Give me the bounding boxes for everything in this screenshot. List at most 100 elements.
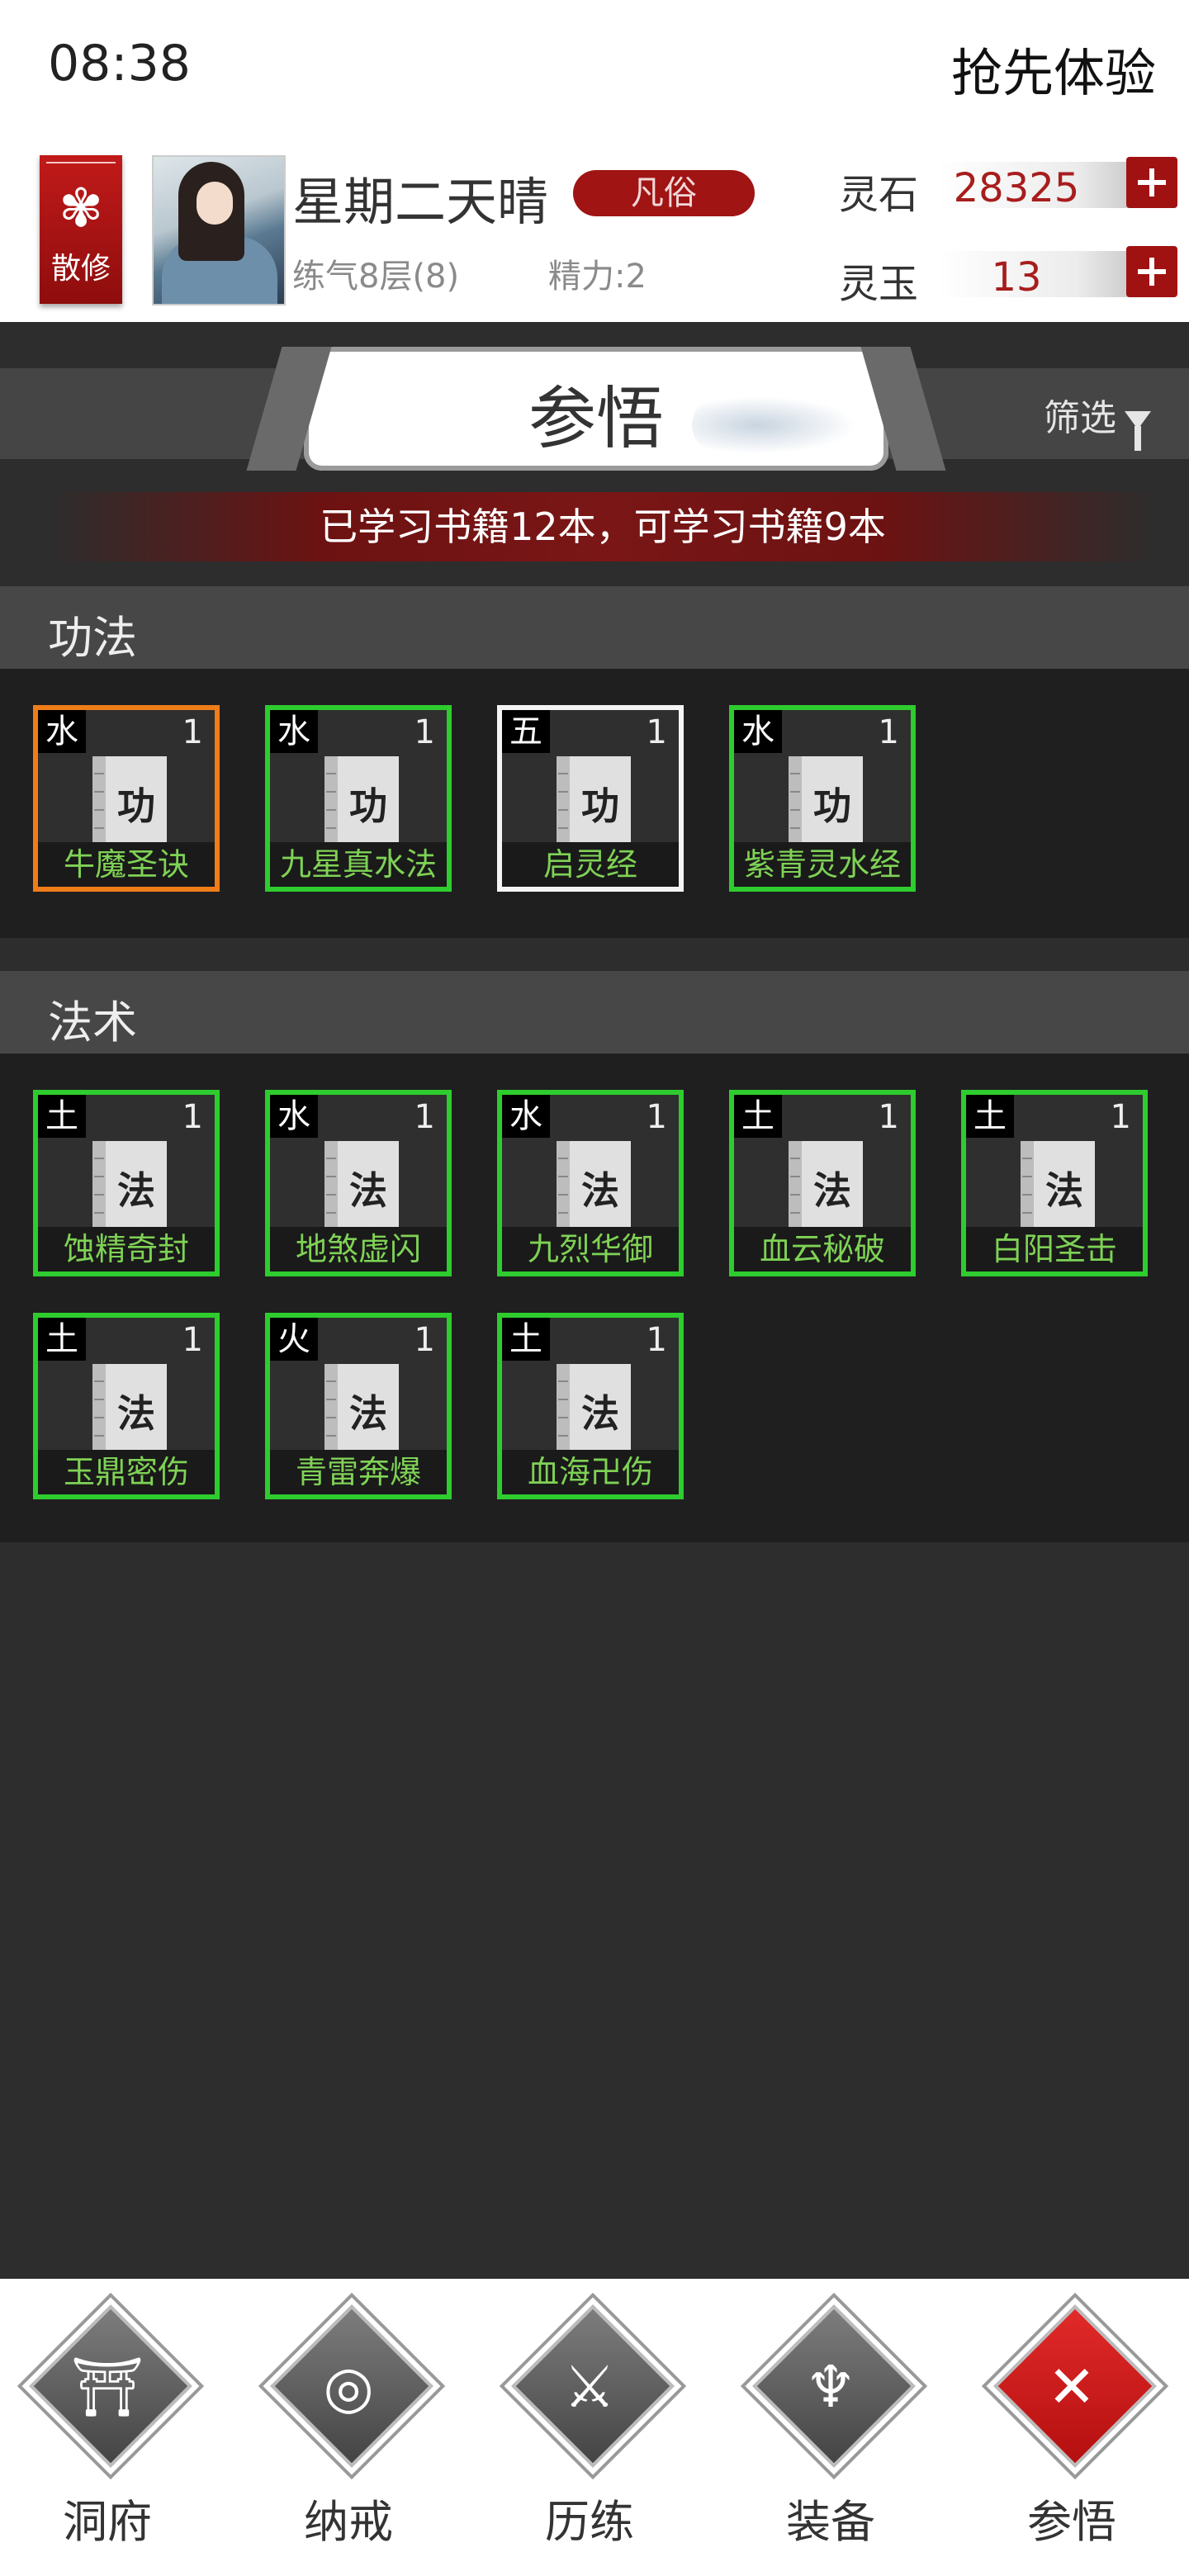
book-name: 白阳圣击 xyxy=(966,1227,1143,1271)
currency-spirit-jade: 灵玉 13 xyxy=(839,246,1177,307)
book-glyph: 功 xyxy=(813,784,851,828)
book-level: 1 xyxy=(182,1321,203,1359)
book-glyph: 功 xyxy=(117,784,155,828)
book-level: 1 xyxy=(646,1321,667,1359)
element-tag: 五 xyxy=(502,710,550,753)
avatar[interactable] xyxy=(152,155,286,305)
book-glyph: 功 xyxy=(581,784,619,828)
book-card[interactable]: 土 1 法蚀精奇封 xyxy=(33,1090,220,1276)
page-title: 参悟 xyxy=(528,380,664,458)
book-card[interactable]: 水 1 功牛魔圣诀 xyxy=(33,705,220,892)
rank-badge: 凡俗 xyxy=(573,170,755,216)
book-glyph: 法 xyxy=(1045,1168,1083,1213)
book-glyph: 法 xyxy=(581,1168,619,1213)
currency-bar: 28325 xyxy=(938,162,1136,211)
sect-badge[interactable]: ✾ 散修 xyxy=(40,155,122,304)
book-glyph: 功 xyxy=(349,784,387,828)
book-icon: 法 xyxy=(789,1141,863,1232)
book-icon: 法 xyxy=(92,1364,167,1455)
book-name: 血海卍伤 xyxy=(502,1450,679,1494)
book-name: 地煞虚闪 xyxy=(270,1227,447,1271)
book-name: 血云秘破 xyxy=(734,1227,911,1271)
book-glyph: 法 xyxy=(117,1168,155,1213)
book-icon: 功 xyxy=(92,756,167,847)
element-tag: 水 xyxy=(734,710,782,753)
book-name: 蚀精奇封 xyxy=(38,1227,215,1271)
section-body-skills: 水 1 功牛魔圣诀水 1 功九星真水法五 1 功启灵经水 1 功紫青灵水经 xyxy=(0,669,1189,938)
book-name: 九烈华御 xyxy=(502,1227,679,1271)
nav-item-3[interactable]: ♆ 装备 xyxy=(748,2304,916,2559)
currency-bar: 13 xyxy=(938,251,1136,301)
book-card[interactable]: 火 1 法青雷奔爆 xyxy=(265,1313,452,1499)
nav-item-4[interactable]: ✕ 参悟 xyxy=(989,2304,1157,2559)
energy-value: 精力:2 xyxy=(548,258,647,296)
add-spirit-jade-button[interactable] xyxy=(1126,246,1177,297)
sect-label: 散修 xyxy=(50,252,111,286)
status-bar: 08:38 抢先体验 xyxy=(0,0,1189,140)
nav-label: 洞府 xyxy=(63,2496,152,2548)
book-card[interactable]: 水 1 功九星真水法 xyxy=(265,705,452,892)
book-card[interactable]: 土 1 法白阳圣击 xyxy=(961,1090,1148,1276)
title-tab: 参悟 xyxy=(304,347,888,471)
book-level: 1 xyxy=(414,1321,435,1359)
nav-label: 参悟 xyxy=(1027,2496,1116,2548)
cultivation-level: 练气8层(8) xyxy=(292,258,460,296)
book-card[interactable]: 水 1 法九烈华御 xyxy=(497,1090,684,1276)
book-icon: 法 xyxy=(557,1364,631,1455)
book-name: 青雷奔爆 xyxy=(270,1450,447,1494)
nav-item-2[interactable]: ⚔ 历练 xyxy=(507,2304,675,2559)
filter-button[interactable]: 筛选 xyxy=(1044,388,1151,451)
add-spirit-stone-button[interactable] xyxy=(1126,157,1177,208)
nav-label: 历练 xyxy=(545,2496,634,2548)
element-tag: 火 xyxy=(270,1318,318,1361)
element-tag: 水 xyxy=(270,1095,318,1138)
book-level: 1 xyxy=(878,713,899,751)
early-access-button[interactable]: 抢先体验 xyxy=(951,31,1156,106)
status-time: 08:38 xyxy=(48,35,191,92)
book-level: 1 xyxy=(414,713,435,751)
book-level: 1 xyxy=(646,713,667,751)
filter-icon xyxy=(1125,411,1151,451)
book-icon: 功 xyxy=(557,756,631,847)
element-tag: 土 xyxy=(502,1318,550,1361)
book-level: 1 xyxy=(878,1098,899,1136)
crossed-swords-icon: ⚔ xyxy=(563,2353,616,2421)
filter-label: 筛选 xyxy=(1044,397,1116,439)
lotus-icon: ✾ xyxy=(59,178,103,239)
book-card[interactable]: 水 1 法地煞虚闪 xyxy=(265,1090,452,1276)
currency-spirit-stone: 灵石 28325 xyxy=(839,157,1177,218)
books-count-banner: 已学习书籍12本，可学习书籍9本 xyxy=(50,492,1156,561)
element-tag: 土 xyxy=(38,1095,86,1138)
book-card[interactable]: 五 1 功启灵经 xyxy=(497,705,684,892)
book-name: 九星真水法 xyxy=(270,842,447,887)
book-name: 牛魔圣诀 xyxy=(38,842,215,887)
book-icon: 法 xyxy=(557,1141,631,1232)
book-card[interactable]: 水 1 功紫青灵水经 xyxy=(729,705,916,892)
book-name: 玉鼎密伤 xyxy=(38,1450,215,1494)
section-title: 法术 xyxy=(48,997,137,1049)
nav-item-1[interactable]: ◎ 纳戒 xyxy=(266,2304,433,2559)
book-card[interactable]: 土 1 法血云秘破 xyxy=(729,1090,916,1276)
nav-item-0[interactable]: ⛩ 洞府 xyxy=(25,2304,192,2559)
book-level: 1 xyxy=(182,1098,203,1136)
element-tag: 土 xyxy=(38,1318,86,1361)
section-header-spells: 法术 xyxy=(0,971,1189,1054)
element-tag: 土 xyxy=(966,1095,1014,1138)
bottom-nav: ⛩ 洞府 ◎ 纳戒 ⚔ 历练 ♆ 装备 ✕ 参悟 xyxy=(0,2279,1189,2576)
book-icon: 法 xyxy=(324,1364,399,1455)
section-header-skills: 功法 xyxy=(0,586,1189,669)
close-icon: ✕ xyxy=(1047,2353,1097,2421)
section-body-spells: 土 1 法蚀精奇封水 1 法地煞虚闪水 1 法九烈华御土 1 法血云秘破土 1 法白阳圣击土 1 法玉鼎… xyxy=(0,1054,1189,1542)
nav-label: 装备 xyxy=(786,2496,875,2548)
book-card[interactable]: 土 1 法玉鼎密伤 xyxy=(33,1313,220,1499)
gate-icon: ⛩ xyxy=(70,2353,144,2421)
currency-label: 灵玉 xyxy=(839,261,919,307)
book-name: 紫青灵水经 xyxy=(734,842,911,887)
player-name: 星期二天晴 xyxy=(292,172,549,232)
book-name: 启灵经 xyxy=(502,842,679,887)
currency-value: 28325 xyxy=(953,165,1080,211)
element-tag: 水 xyxy=(270,710,318,753)
book-card[interactable]: 土 1 法血海卍伤 xyxy=(497,1313,684,1499)
book-icon: 功 xyxy=(789,756,863,847)
book-level: 1 xyxy=(414,1098,435,1136)
